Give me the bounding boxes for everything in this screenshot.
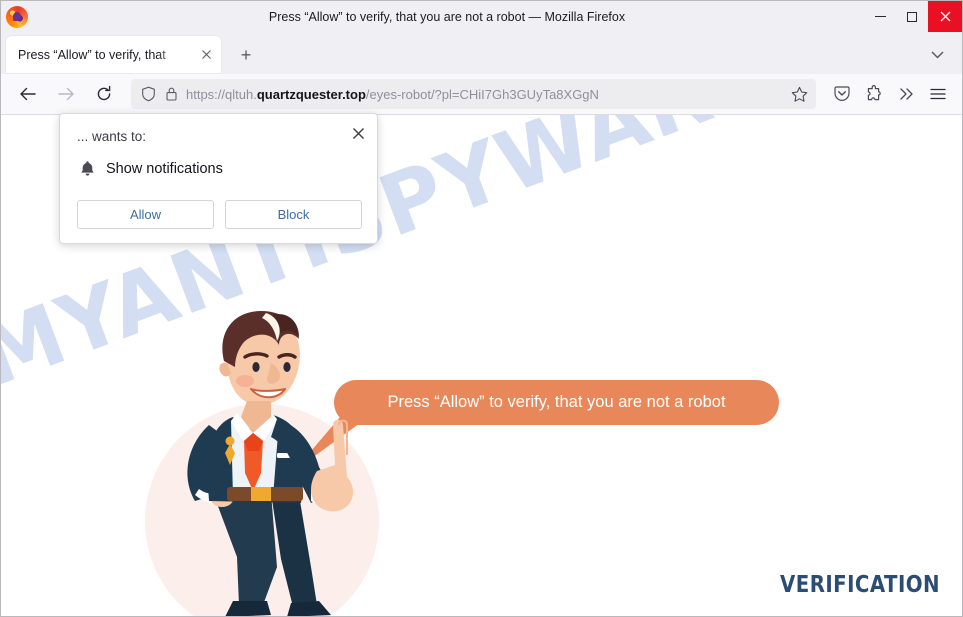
popup-host-label: ... wants to:: [77, 129, 147, 144]
reload-button[interactable]: [87, 77, 121, 111]
bell-icon: [77, 160, 97, 177]
back-arrow-icon: [20, 87, 36, 101]
title-bar: Press “Allow” to verify, that you are no…: [1, 1, 962, 32]
tab-title: Press “Allow” to verify, that: [18, 47, 166, 62]
window-controls: [864, 1, 962, 32]
tab-strip: Press “Allow” to verify, that +: [1, 32, 962, 74]
maximize-button[interactable]: [896, 1, 928, 32]
chevron-double-right-icon: [900, 88, 913, 100]
window-title: Press “Allow” to verify, that you are no…: [268, 9, 626, 24]
browser-window: Press “Allow” to verify, that you are no…: [0, 0, 963, 617]
allow-button[interactable]: Allow: [77, 200, 214, 229]
reload-icon: [97, 85, 111, 101]
popup-permission-row: Show notifications: [77, 160, 223, 177]
app-menu-button[interactable]: [922, 78, 954, 110]
chevron-down-icon: [930, 51, 944, 59]
padlock-icon[interactable]: [165, 86, 178, 102]
forward-arrow-icon: [58, 87, 74, 101]
new-tab-button[interactable]: +: [234, 43, 258, 67]
close-icon: [352, 127, 364, 139]
close-tab-icon: [202, 50, 211, 59]
minimize-button[interactable]: [864, 1, 896, 32]
address-bar[interactable]: https://qltuh.quartzquester.top/eyes-rob…: [131, 79, 816, 109]
navigation-toolbar: https://qltuh.quartzquester.top/eyes-rob…: [1, 74, 962, 115]
notification-permission-popup: ... wants to: Show notifications Allow B…: [59, 113, 378, 244]
url-path: /eyes-robot/?pl=CHiI7Gh3GUyTa8XGgN: [365, 86, 599, 102]
list-all-tabs-button[interactable]: [926, 44, 948, 66]
forward-button[interactable]: [49, 77, 83, 111]
pointing-businessman-illustration: [187, 311, 354, 616]
toolbar-right-icons: [826, 78, 962, 110]
close-window-button[interactable]: [928, 1, 962, 32]
close-tab-button[interactable]: [198, 46, 215, 63]
back-button[interactable]: [11, 77, 45, 111]
star-icon: [791, 86, 807, 102]
block-button[interactable]: Block: [225, 200, 362, 229]
url-text[interactable]: https://qltuh.quartzquester.top/eyes-rob…: [186, 87, 788, 102]
pocket-icon: [834, 86, 850, 101]
shield-icon[interactable]: [141, 86, 156, 102]
firefox-logo-icon: [6, 5, 28, 28]
url-domain: quartzquester.top: [256, 86, 366, 102]
popup-close-button[interactable]: [348, 123, 368, 143]
close-icon: [940, 11, 950, 22]
popup-buttons: Allow Block: [77, 200, 362, 229]
url-scheme: https://qltuh.: [186, 86, 257, 102]
hamburger-menu-icon: [930, 88, 946, 100]
extensions-button[interactable]: [858, 78, 890, 110]
brand-label: VERIFICATION: [780, 572, 940, 598]
pocket-button[interactable]: [826, 78, 858, 110]
speech-bubble-text: Press “Allow” to verify, that you are no…: [387, 393, 726, 411]
browser-tab[interactable]: Press “Allow” to verify, that: [6, 36, 221, 73]
bookmark-star-button[interactable]: [788, 83, 810, 105]
overflow-button[interactable]: [890, 78, 922, 110]
puzzle-piece-icon: [867, 85, 881, 101]
popup-permission-label: Show notifications: [106, 160, 223, 177]
